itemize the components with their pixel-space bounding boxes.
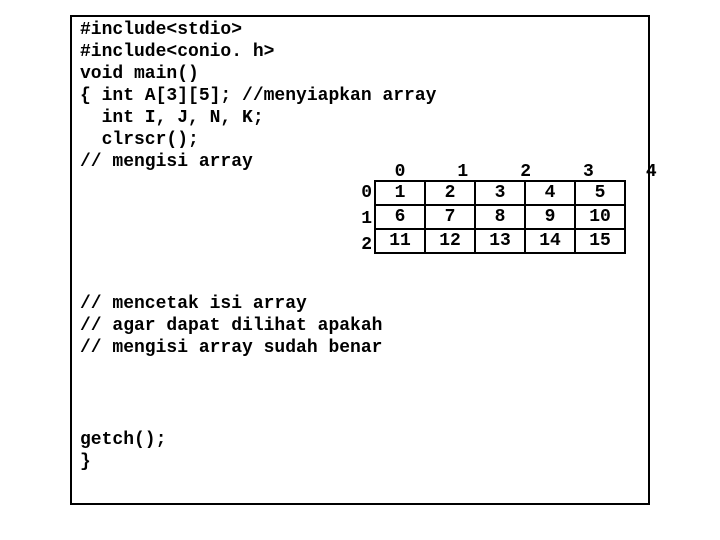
array-cell: 13 <box>475 229 525 253</box>
col-header-2: 2 <box>500 163 552 181</box>
array-cell: 1 <box>375 181 425 205</box>
array-cell: 15 <box>575 229 625 253</box>
row-headers: 0 1 2 <box>352 180 372 258</box>
array-table: 1 2 3 4 5 6 7 8 9 10 11 12 13 14 15 <box>374 180 626 254</box>
code-line-decl-ijnk: int I, J, N, K; <box>80 107 640 129</box>
array-cell: 8 <box>475 205 525 229</box>
array-cell: 12 <box>425 229 475 253</box>
column-headers: 0 1 2 3 4 <box>374 162 677 182</box>
array-cell: 9 <box>525 205 575 229</box>
col-header-0: 0 <box>374 163 426 181</box>
code-line-void-main: void main() <box>80 63 640 85</box>
code-line-agar: // agar dapat dilihat apakah <box>80 315 640 337</box>
code-line-getch: getch(); <box>80 429 640 451</box>
array-cell: 14 <box>525 229 575 253</box>
table-row: 6 7 8 9 10 <box>375 205 625 229</box>
table-row: 11 12 13 14 15 <box>375 229 625 253</box>
code-line-mengisi-benar: // mengisi array sudah benar <box>80 337 640 359</box>
code-line-include-stdio: #include<stdio> <box>80 19 640 41</box>
col-header-4: 4 <box>625 163 677 181</box>
array-diagram: 0 1 2 3 4 0 1 2 1 2 3 4 5 6 7 8 9 10 <box>374 180 626 254</box>
array-cell: 4 <box>525 181 575 205</box>
array-cell: 2 <box>425 181 475 205</box>
row-header-1: 1 <box>352 206 372 232</box>
array-cell: 3 <box>475 181 525 205</box>
array-cell: 6 <box>375 205 425 229</box>
code-frame: #include<stdio> #include<conio. h> void … <box>70 15 650 505</box>
code-line-decl-a: { int A[3][5]; //menyiapkan array <box>80 85 640 107</box>
table-row: 1 2 3 4 5 <box>375 181 625 205</box>
array-cell: 11 <box>375 229 425 253</box>
row-header-0: 0 <box>352 180 372 206</box>
array-cell: 7 <box>425 205 475 229</box>
code-line-close-brace: } <box>80 451 640 473</box>
col-header-3: 3 <box>562 163 614 181</box>
code-line-clrscr: clrscr(); <box>80 129 640 151</box>
col-header-1: 1 <box>437 163 489 181</box>
row-header-2: 2 <box>352 232 372 258</box>
code-line-include-conio: #include<conio. h> <box>80 41 640 63</box>
array-cell: 10 <box>575 205 625 229</box>
array-cell: 5 <box>575 181 625 205</box>
code-line-mencetak: // mencetak isi array <box>80 293 640 315</box>
